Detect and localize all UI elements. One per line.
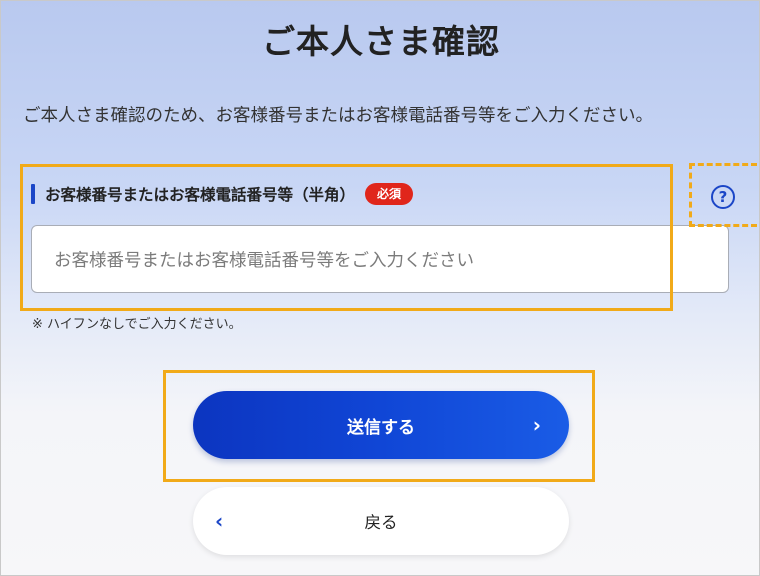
page-description: ご本人さま確認のため、お客様番号またはお客様電話番号等をご入力ください。 (23, 106, 653, 126)
highlight-input-area (20, 164, 673, 311)
highlight-submit-area (163, 370, 595, 482)
back-button[interactable]: ‹ 戻る (193, 487, 569, 555)
page-frame: ご本人さま確認 ご本人さま確認のため、お客様番号またはお客様電話番号等をご入力く… (0, 0, 760, 576)
chevron-left-icon: ‹ (215, 509, 224, 533)
page-title: ご本人さま確認 (262, 22, 500, 61)
input-note: ※ ハイフンなしでご入力ください。 (32, 317, 242, 332)
back-button-label: 戻る (364, 513, 398, 532)
highlight-help-area (689, 163, 757, 227)
